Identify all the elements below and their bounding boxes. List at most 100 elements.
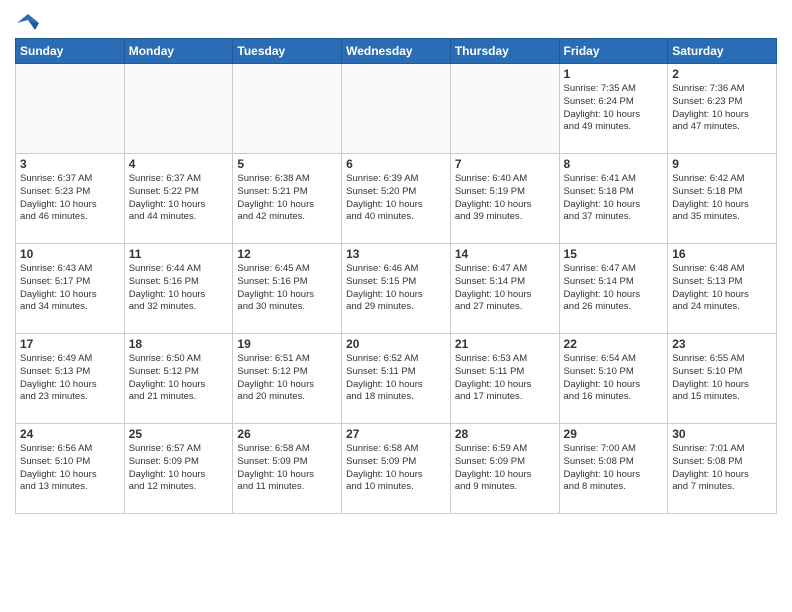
- day-number: 2: [672, 67, 772, 81]
- calendar-cell: 21Sunrise: 6:53 AM Sunset: 5:11 PM Dayli…: [450, 334, 559, 424]
- day-number: 28: [455, 427, 555, 441]
- day-number: 15: [564, 247, 664, 261]
- day-info: Sunrise: 6:54 AM Sunset: 5:10 PM Dayligh…: [564, 353, 664, 404]
- calendar-cell: 9 Sunrise: 6:42 AM Sunset: 5:18 PM Daylig…: [668, 154, 777, 244]
- day-info: Sunrise: 6:44 AM Sunset: 5:16 PM Dayligh…: [129, 263, 229, 314]
- calendar-cell: 16 Sunrise: 6:48 AM Sunset: 5:13 PM Dayli…: [668, 244, 777, 334]
- day-number: 16: [672, 247, 772, 261]
- calendar-cell: 5Sunrise: 6:38 AM Sunset: 5:21 PM Daylig…: [233, 154, 342, 244]
- calendar-cell: 14Sunrise: 6:47 AM Sunset: 5:14 PM Dayli…: [450, 244, 559, 334]
- day-number: 17: [20, 337, 120, 351]
- weekday-header-tuesday: Tuesday: [233, 39, 342, 64]
- calendar-cell: 19 Sunrise: 6:51 AM Sunset: 5:12 PM Dayli…: [233, 334, 342, 424]
- calendar-cell: 17 Sunrise: 6:49 AM Sunset: 5:13 PM Dayli…: [16, 334, 125, 424]
- day-info: Sunrise: 6:39 AM Sunset: 5:20 PM Dayligh…: [346, 173, 446, 224]
- calendar-cell: 6 Sunrise: 6:39 AM Sunset: 5:20 PM Daylig…: [342, 154, 451, 244]
- day-info: Sunrise: 7:36 AM Sunset: 6:23 PM Dayligh…: [672, 83, 772, 134]
- calendar-cell: 15 Sunrise: 6:47 AM Sunset: 5:14 PM Dayli…: [559, 244, 668, 334]
- day-number: 7: [455, 157, 555, 171]
- calendar-week-3: 10Sunrise: 6:43 AM Sunset: 5:17 PM Dayli…: [16, 244, 777, 334]
- day-number: 23: [672, 337, 772, 351]
- day-number: 27: [346, 427, 446, 441]
- day-number: 25: [129, 427, 229, 441]
- day-info: Sunrise: 6:51 AM Sunset: 5:12 PM Dayligh…: [237, 353, 337, 404]
- calendar-cell: [16, 64, 125, 154]
- calendar-cell: 3 Sunrise: 6:37 AM Sunset: 5:23 PM Daylig…: [16, 154, 125, 244]
- calendar-cell: 13 Sunrise: 6:46 AM Sunset: 5:15 PM Dayli…: [342, 244, 451, 334]
- calendar-cell: 4 Sunrise: 6:37 AM Sunset: 5:22 PM Daylig…: [124, 154, 233, 244]
- weekday-header-monday: Monday: [124, 39, 233, 64]
- logo-bird-icon: [17, 12, 39, 34]
- day-number: 30: [672, 427, 772, 441]
- calendar-cell: 11Sunrise: 6:44 AM Sunset: 5:16 PM Dayli…: [124, 244, 233, 334]
- day-info: Sunrise: 6:37 AM Sunset: 5:22 PM Dayligh…: [129, 173, 229, 224]
- day-info: Sunrise: 6:40 AM Sunset: 5:19 PM Dayligh…: [455, 173, 555, 224]
- day-info: Sunrise: 6:48 AM Sunset: 5:13 PM Dayligh…: [672, 263, 772, 314]
- calendar-cell: 18 Sunrise: 6:50 AM Sunset: 5:12 PM Dayli…: [124, 334, 233, 424]
- day-number: 9: [672, 157, 772, 171]
- day-number: 20: [346, 337, 446, 351]
- day-info: Sunrise: 6:52 AM Sunset: 5:11 PM Dayligh…: [346, 353, 446, 404]
- calendar-cell: [233, 64, 342, 154]
- calendar-cell: 24 Sunrise: 6:56 AM Sunset: 5:10 PM Dayli…: [16, 424, 125, 514]
- day-info: Sunrise: 6:57 AM Sunset: 5:09 PM Dayligh…: [129, 443, 229, 494]
- day-info: Sunrise: 6:50 AM Sunset: 5:12 PM Dayligh…: [129, 353, 229, 404]
- weekday-header-saturday: Saturday: [668, 39, 777, 64]
- calendar-cell: 29Sunrise: 7:00 AM Sunset: 5:08 PM Dayli…: [559, 424, 668, 514]
- calendar-cell: [450, 64, 559, 154]
- calendar-cell: 8Sunrise: 6:41 AM Sunset: 5:18 PM Daylig…: [559, 154, 668, 244]
- day-info: Sunrise: 6:47 AM Sunset: 5:14 PM Dayligh…: [564, 263, 664, 314]
- calendar-cell: 2 Sunrise: 7:36 AM Sunset: 6:23 PM Daylig…: [668, 64, 777, 154]
- calendar-week-2: 3 Sunrise: 6:37 AM Sunset: 5:23 PM Daylig…: [16, 154, 777, 244]
- day-info: Sunrise: 6:59 AM Sunset: 5:09 PM Dayligh…: [455, 443, 555, 494]
- day-info: Sunrise: 6:49 AM Sunset: 5:13 PM Dayligh…: [20, 353, 120, 404]
- day-number: 19: [237, 337, 337, 351]
- day-number: 24: [20, 427, 120, 441]
- day-info: Sunrise: 6:37 AM Sunset: 5:23 PM Dayligh…: [20, 173, 120, 224]
- day-info: Sunrise: 7:00 AM Sunset: 5:08 PM Dayligh…: [564, 443, 664, 494]
- day-info: Sunrise: 6:58 AM Sunset: 5:09 PM Dayligh…: [346, 443, 446, 494]
- day-number: 13: [346, 247, 446, 261]
- day-number: 1: [564, 67, 664, 81]
- day-number: 4: [129, 157, 229, 171]
- day-number: 10: [20, 247, 120, 261]
- day-number: 26: [237, 427, 337, 441]
- calendar-cell: 27 Sunrise: 6:58 AM Sunset: 5:09 PM Dayli…: [342, 424, 451, 514]
- day-info: Sunrise: 6:58 AM Sunset: 5:09 PM Dayligh…: [237, 443, 337, 494]
- page-header: [15, 10, 777, 30]
- calendar-cell: 12 Sunrise: 6:45 AM Sunset: 5:16 PM Dayli…: [233, 244, 342, 334]
- day-info: Sunrise: 7:35 AM Sunset: 6:24 PM Dayligh…: [564, 83, 664, 134]
- day-info: Sunrise: 6:55 AM Sunset: 5:10 PM Dayligh…: [672, 353, 772, 404]
- day-number: 8: [564, 157, 664, 171]
- calendar-week-5: 24 Sunrise: 6:56 AM Sunset: 5:10 PM Dayli…: [16, 424, 777, 514]
- calendar-week-1: 1 Sunrise: 7:35 AM Sunset: 6:24 PM Daylig…: [16, 64, 777, 154]
- day-info: Sunrise: 6:46 AM Sunset: 5:15 PM Dayligh…: [346, 263, 446, 314]
- calendar-cell: 22 Sunrise: 6:54 AM Sunset: 5:10 PM Dayli…: [559, 334, 668, 424]
- weekday-header-thursday: Thursday: [450, 39, 559, 64]
- calendar-cell: [342, 64, 451, 154]
- weekday-header-wednesday: Wednesday: [342, 39, 451, 64]
- day-number: 3: [20, 157, 120, 171]
- weekday-header-sunday: Sunday: [16, 39, 125, 64]
- day-number: 21: [455, 337, 555, 351]
- weekday-header-friday: Friday: [559, 39, 668, 64]
- calendar-header-row: SundayMondayTuesdayWednesdayThursdayFrid…: [16, 39, 777, 64]
- calendar-cell: 1 Sunrise: 7:35 AM Sunset: 6:24 PM Daylig…: [559, 64, 668, 154]
- day-number: 22: [564, 337, 664, 351]
- day-info: Sunrise: 6:47 AM Sunset: 5:14 PM Dayligh…: [455, 263, 555, 314]
- calendar-cell: 26 Sunrise: 6:58 AM Sunset: 5:09 PM Dayli…: [233, 424, 342, 514]
- calendar-cell: 10Sunrise: 6:43 AM Sunset: 5:17 PM Dayli…: [16, 244, 125, 334]
- calendar-week-4: 17 Sunrise: 6:49 AM Sunset: 5:13 PM Dayli…: [16, 334, 777, 424]
- day-info: Sunrise: 6:45 AM Sunset: 5:16 PM Dayligh…: [237, 263, 337, 314]
- day-info: Sunrise: 6:56 AM Sunset: 5:10 PM Dayligh…: [20, 443, 120, 494]
- calendar-cell: 28 Sunrise: 6:59 AM Sunset: 5:09 PM Dayli…: [450, 424, 559, 514]
- day-info: Sunrise: 6:42 AM Sunset: 5:18 PM Dayligh…: [672, 173, 772, 224]
- calendar-cell: 30 Sunrise: 7:01 AM Sunset: 5:08 PM Dayli…: [668, 424, 777, 514]
- day-info: Sunrise: 7:01 AM Sunset: 5:08 PM Dayligh…: [672, 443, 772, 494]
- calendar-cell: 25 Sunrise: 6:57 AM Sunset: 5:09 PM Dayli…: [124, 424, 233, 514]
- calendar-cell: 20 Sunrise: 6:52 AM Sunset: 5:11 PM Dayli…: [342, 334, 451, 424]
- day-number: 18: [129, 337, 229, 351]
- day-number: 5: [237, 157, 337, 171]
- day-number: 6: [346, 157, 446, 171]
- day-number: 12: [237, 247, 337, 261]
